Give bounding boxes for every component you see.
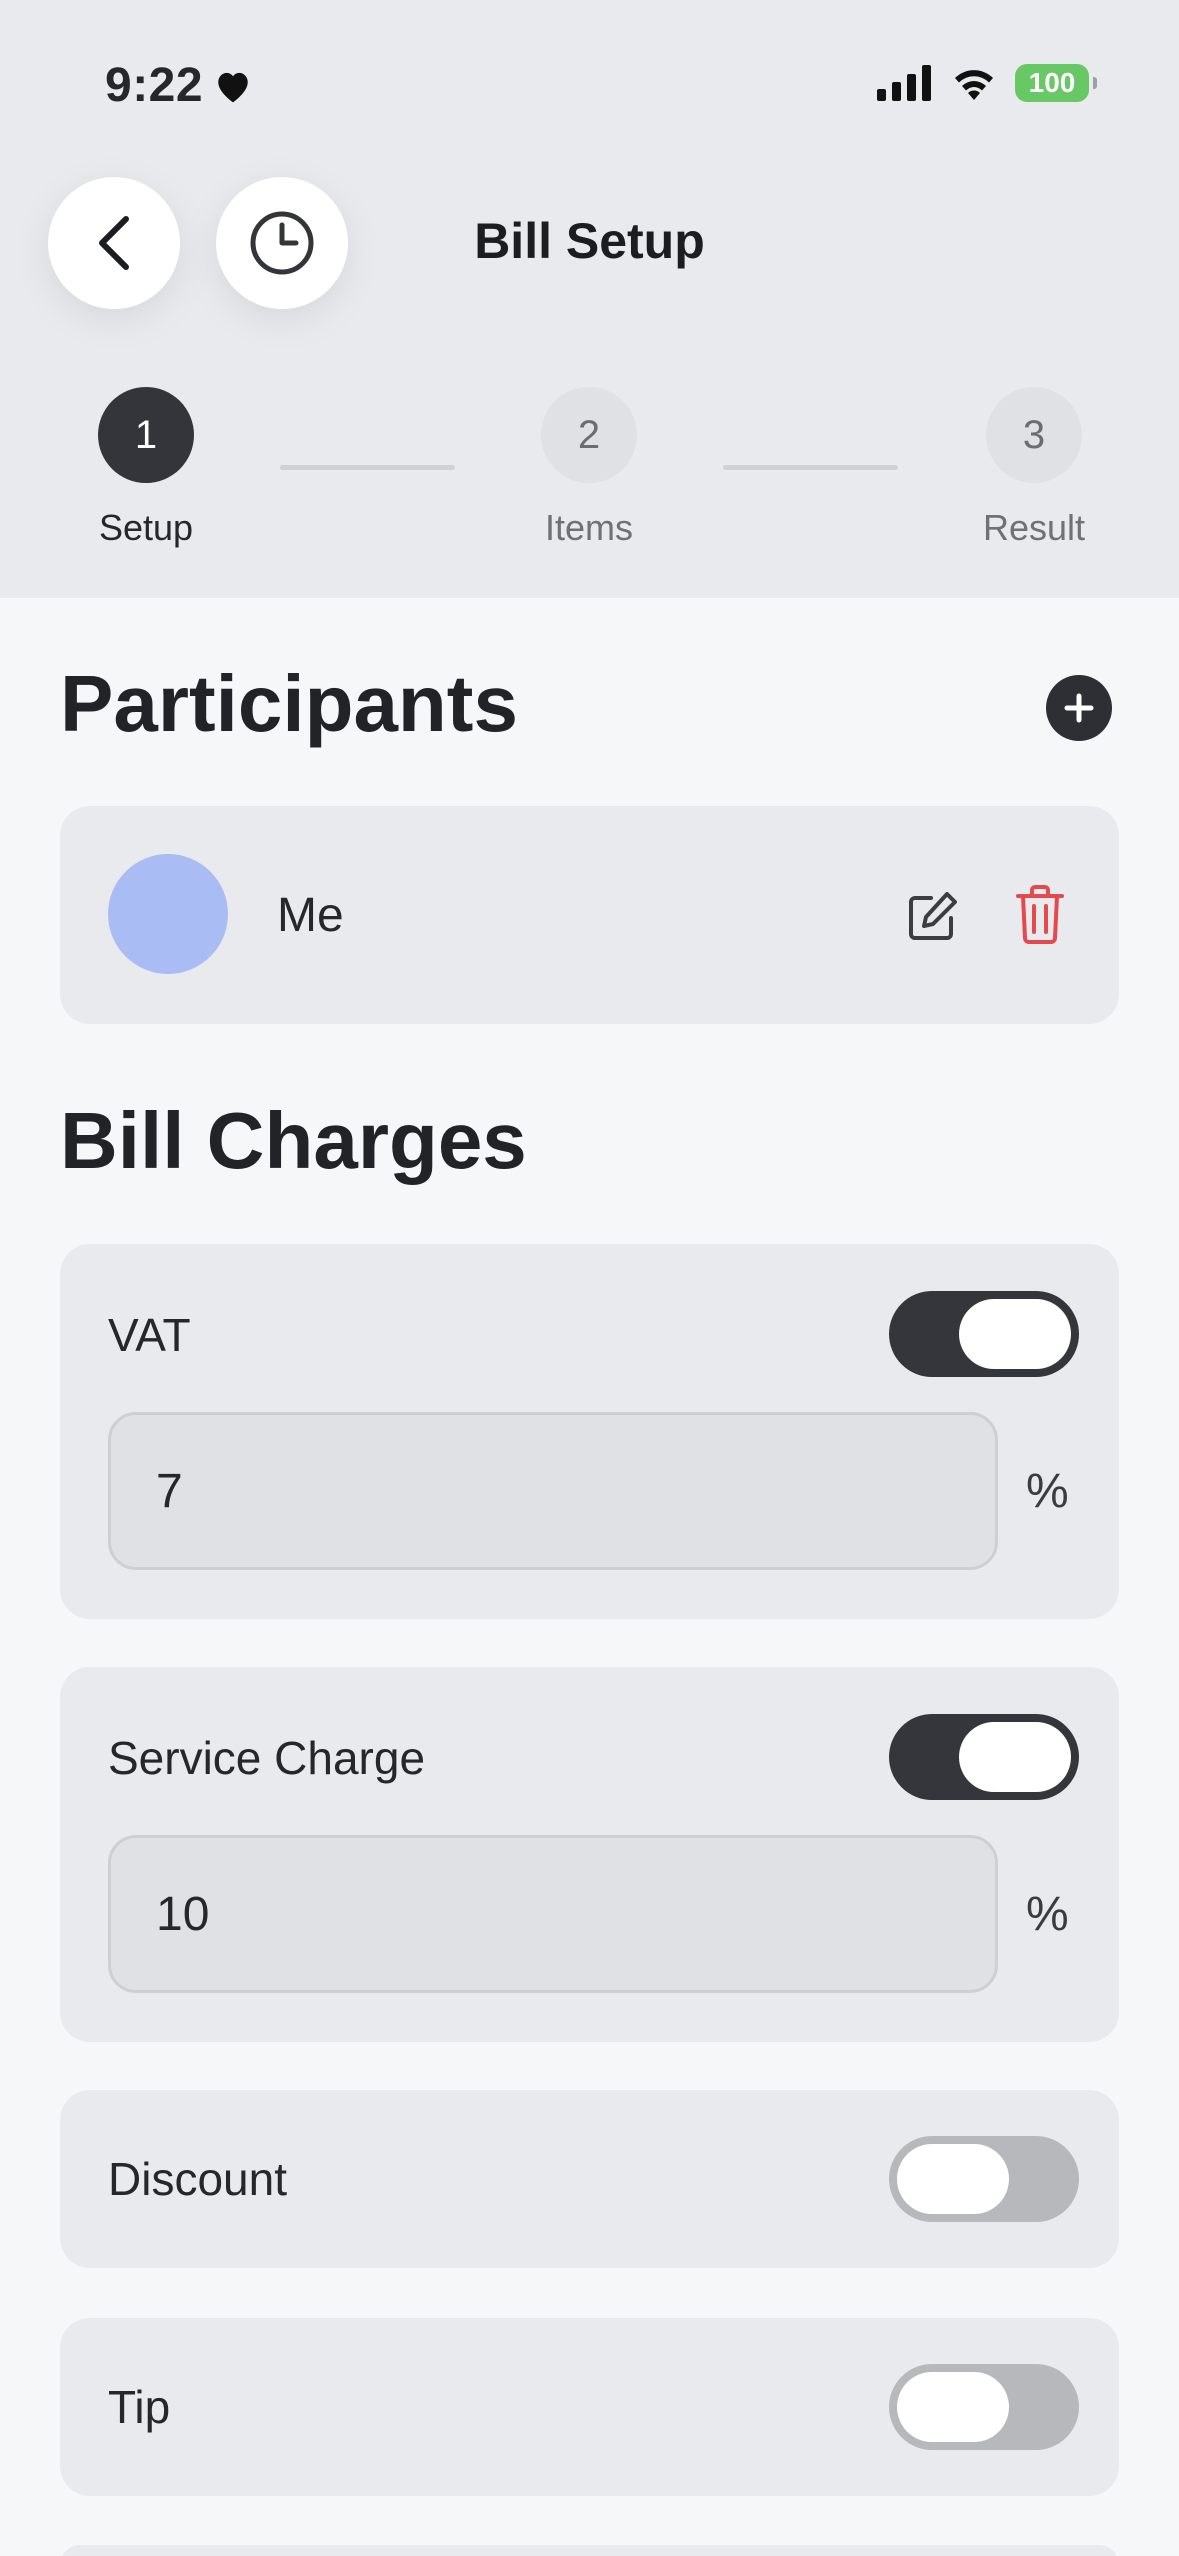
step-label: Setup [98, 507, 194, 548]
service-charge-card: Service Charge 10 % [60, 1667, 1119, 2042]
trash-icon [1016, 885, 1064, 944]
step-number: 3 [986, 387, 1083, 483]
next-charge-card [60, 2545, 1119, 2556]
cellular-signal-icon [877, 65, 931, 101]
toggle-knob [959, 1299, 1071, 1369]
wifi-icon [955, 70, 993, 100]
step-setup[interactable]: 1 Setup [98, 387, 194, 549]
participant-name: Me [277, 889, 344, 942]
service-charge-toggle[interactable] [889, 1714, 1079, 1800]
status-time-text: 9:22 [105, 59, 204, 112]
step-connector [723, 465, 898, 470]
step-result[interactable]: 3 Result [983, 387, 1085, 549]
vat-toggle[interactable] [889, 1291, 1079, 1377]
heart-icon [218, 72, 248, 102]
step-label: Items [544, 507, 633, 548]
discount-label: Discount [108, 2153, 287, 2205]
vat-unit: % [1026, 1465, 1069, 1518]
participant-row: Me [60, 806, 1119, 1024]
step-connector [280, 465, 455, 470]
step-items[interactable]: 2 Items [541, 387, 637, 549]
avatar [108, 854, 228, 974]
service-charge-label: Service Charge [108, 1732, 426, 1784]
add-participant-button[interactable] [1046, 675, 1112, 741]
battery-indicator: 100 [1015, 64, 1097, 102]
toggle-knob [897, 2372, 1009, 2442]
step-label: Result [983, 507, 1086, 548]
vat-value: 7 [156, 1464, 183, 1518]
service-charge-input[interactable]: 10 [108, 1835, 998, 1993]
delete-participant-button[interactable] [1015, 884, 1065, 949]
edit-icon [909, 892, 957, 940]
tip-label: Tip [108, 2381, 171, 2433]
vat-input[interactable]: 7 [108, 1412, 998, 1570]
participants-heading: Participants [60, 659, 518, 748]
step-number: 1 [98, 387, 194, 483]
header: 9:22 100 Bill Setup 1 Setup 2 Items 3 Re… [0, 0, 1179, 598]
status-indicators: 100 [877, 64, 1097, 102]
status-time: 9:22 [105, 58, 253, 113]
vat-label: VAT [108, 1309, 191, 1361]
tip-card: Tip [60, 2318, 1119, 2496]
page-title: Bill Setup [474, 213, 705, 269]
service-charge-unit: % [1026, 1888, 1069, 1941]
toggle-knob [897, 2144, 1009, 2214]
service-charge-value: 10 [156, 1887, 210, 1941]
discount-toggle[interactable] [889, 2136, 1079, 2222]
toggle-knob [959, 1722, 1071, 1792]
edit-participant-button[interactable] [905, 888, 961, 949]
step-number: 2 [541, 387, 637, 483]
discount-card: Discount [60, 2090, 1119, 2268]
bill-charges-heading: Bill Charges [60, 1096, 527, 1185]
vat-card: VAT 7 % [60, 1244, 1119, 1619]
battery-level: 100 [1028, 67, 1076, 98]
tip-toggle[interactable] [889, 2364, 1079, 2450]
plus-icon [1064, 693, 1094, 723]
